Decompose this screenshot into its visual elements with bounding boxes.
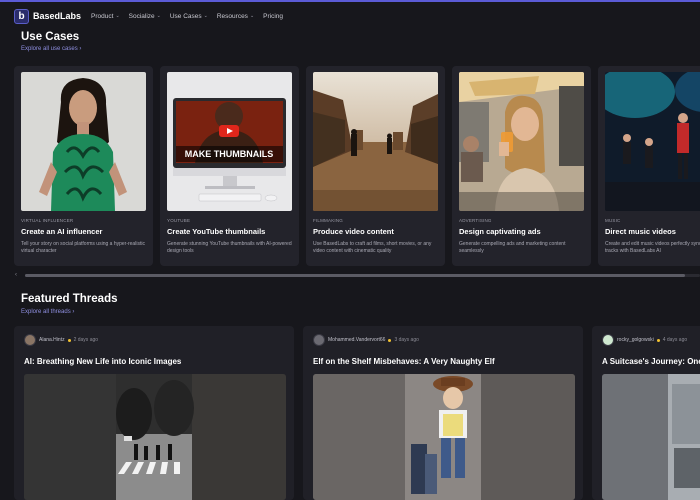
- thread-author: rocky_golgowski 4 days ago: [602, 334, 687, 346]
- card-description: Generate compelling ads and marketing co…: [459, 241, 566, 254]
- youtube-thumbnail-image: MAKE THUMBNAILS: [167, 72, 292, 211]
- chevron-down-icon: ⌄: [115, 13, 120, 19]
- brand-logo[interactable]: b BasedLabs: [14, 8, 82, 24]
- thread-card[interactable]: Mohammed.Vandervort66 3 days ago Elf on …: [303, 326, 583, 500]
- card-description: Tell your story on social platforms usin…: [21, 241, 145, 254]
- avatar[interactable]: [313, 334, 325, 346]
- use-cases-heading: Use Cases: [21, 31, 80, 43]
- western-town-image: [313, 72, 438, 211]
- thread-author: Alana.Hintz 2 days ago: [24, 334, 98, 346]
- thread-author: Mohammed.Vandervort66 3 days ago: [313, 334, 419, 346]
- post-time: 4 days ago: [662, 337, 688, 343]
- nav-item-use-cases[interactable]: Use Cases ⌄: [170, 13, 208, 20]
- chevron-down-icon: ⌄: [156, 13, 161, 19]
- thread-title[interactable]: Elf on the Shelf Misbehaves: A Very Naug…: [313, 357, 495, 366]
- status-dot: [656, 338, 660, 342]
- carousel-scroll-left-icon[interactable]: ‹: [15, 272, 17, 278]
- nav-item-pricing[interactable]: Pricing: [263, 13, 283, 20]
- nav-item-resources[interactable]: Resources ⌄: [217, 13, 254, 20]
- thread-title[interactable]: A Suitcase's Journey: One: [602, 357, 700, 366]
- card-tag: MUSIC: [605, 218, 621, 223]
- thread-image: [24, 374, 286, 500]
- card-description: Generate stunning YouTube thumbnails wit…: [167, 241, 292, 254]
- thread-title[interactable]: AI: Breathing New Life into Iconic Image…: [24, 357, 181, 366]
- author-name[interactable]: Alana.Hintz: [39, 337, 65, 343]
- music-video-image: [605, 72, 700, 211]
- svg-text:MAKE THUMBNAILS: MAKE THUMBNAILS: [185, 149, 274, 159]
- card-tag: VIRTUAL INFLUENCER: [21, 218, 74, 223]
- brand-name: BasedLabs: [33, 11, 82, 21]
- card-tag: YOUTUBE: [167, 218, 191, 223]
- nav-item-socialize[interactable]: Socialize ⌄: [129, 13, 161, 20]
- card-title: Direct music videos: [605, 227, 676, 236]
- use-case-card-advertising[interactable]: ADVERTISING Design captivating ads Gener…: [452, 66, 591, 266]
- card-tag: FILMMAKING: [313, 218, 344, 223]
- featured-threads-heading: Featured Threads: [21, 293, 118, 305]
- explore-use-cases-link[interactable]: Explore all use cases ›: [21, 46, 81, 52]
- avatar[interactable]: [24, 334, 36, 346]
- card-description: Use BasedLabs to craft ad films, short m…: [313, 241, 432, 254]
- status-dot: [67, 338, 71, 342]
- logo-icon: b: [14, 8, 29, 24]
- use-case-card-filmmaking[interactable]: FILMMAKING Produce video content Use Bas…: [306, 66, 445, 266]
- featured-threads-list: Alana.Hintz 2 days ago AI: Breathing New…: [14, 326, 700, 500]
- thread-card[interactable]: rocky_golgowski 4 days ago A Suitcase's …: [592, 326, 700, 500]
- author-name[interactable]: rocky_golgowski: [617, 337, 654, 343]
- advertising-image: [459, 72, 584, 211]
- card-tag: ADVERTISING: [459, 218, 492, 223]
- top-navigation: b BasedLabs Product ⌄ Socialize ⌄ Use Case…: [0, 2, 700, 30]
- status-dot: [388, 338, 392, 342]
- avatar[interactable]: [602, 334, 614, 346]
- card-description: Create and edit music videos perfectly s…: [605, 241, 700, 254]
- thread-image: [602, 374, 700, 500]
- explore-threads-link[interactable]: Explore all threads ›: [21, 309, 74, 315]
- card-title: Produce video content: [313, 227, 394, 236]
- influencer-image: [21, 72, 146, 211]
- use-cases-carousel: VIRTUAL INFLUENCER Create an AI influenc…: [14, 66, 700, 266]
- use-case-card-music[interactable]: MUSIC Direct music videos Create and edi…: [598, 66, 700, 266]
- thread-card[interactable]: Alana.Hintz 2 days ago AI: Breathing New…: [14, 326, 294, 500]
- chevron-down-icon: ⌄: [203, 13, 208, 19]
- post-time: 2 days ago: [73, 337, 99, 343]
- carousel-scrollbar-thumb[interactable]: [25, 274, 685, 277]
- use-case-card-youtube[interactable]: MAKE THUMBNAILS YOUTUBE Create YouTube t…: [160, 66, 299, 266]
- use-case-card-influencer[interactable]: VIRTUAL INFLUENCER Create an AI influenc…: [14, 66, 153, 266]
- card-title: Create YouTube thumbnails: [167, 227, 266, 236]
- post-time: 3 days ago: [394, 337, 419, 343]
- chevron-down-icon: ⌄: [249, 13, 255, 19]
- nav-item-product[interactable]: Product ⌄: [91, 13, 120, 20]
- card-title: Create an AI influencer: [21, 227, 103, 236]
- card-title: Design captivating ads: [459, 227, 541, 236]
- thread-image: [313, 374, 575, 500]
- author-name[interactable]: Mohammed.Vandervort66: [328, 337, 385, 343]
